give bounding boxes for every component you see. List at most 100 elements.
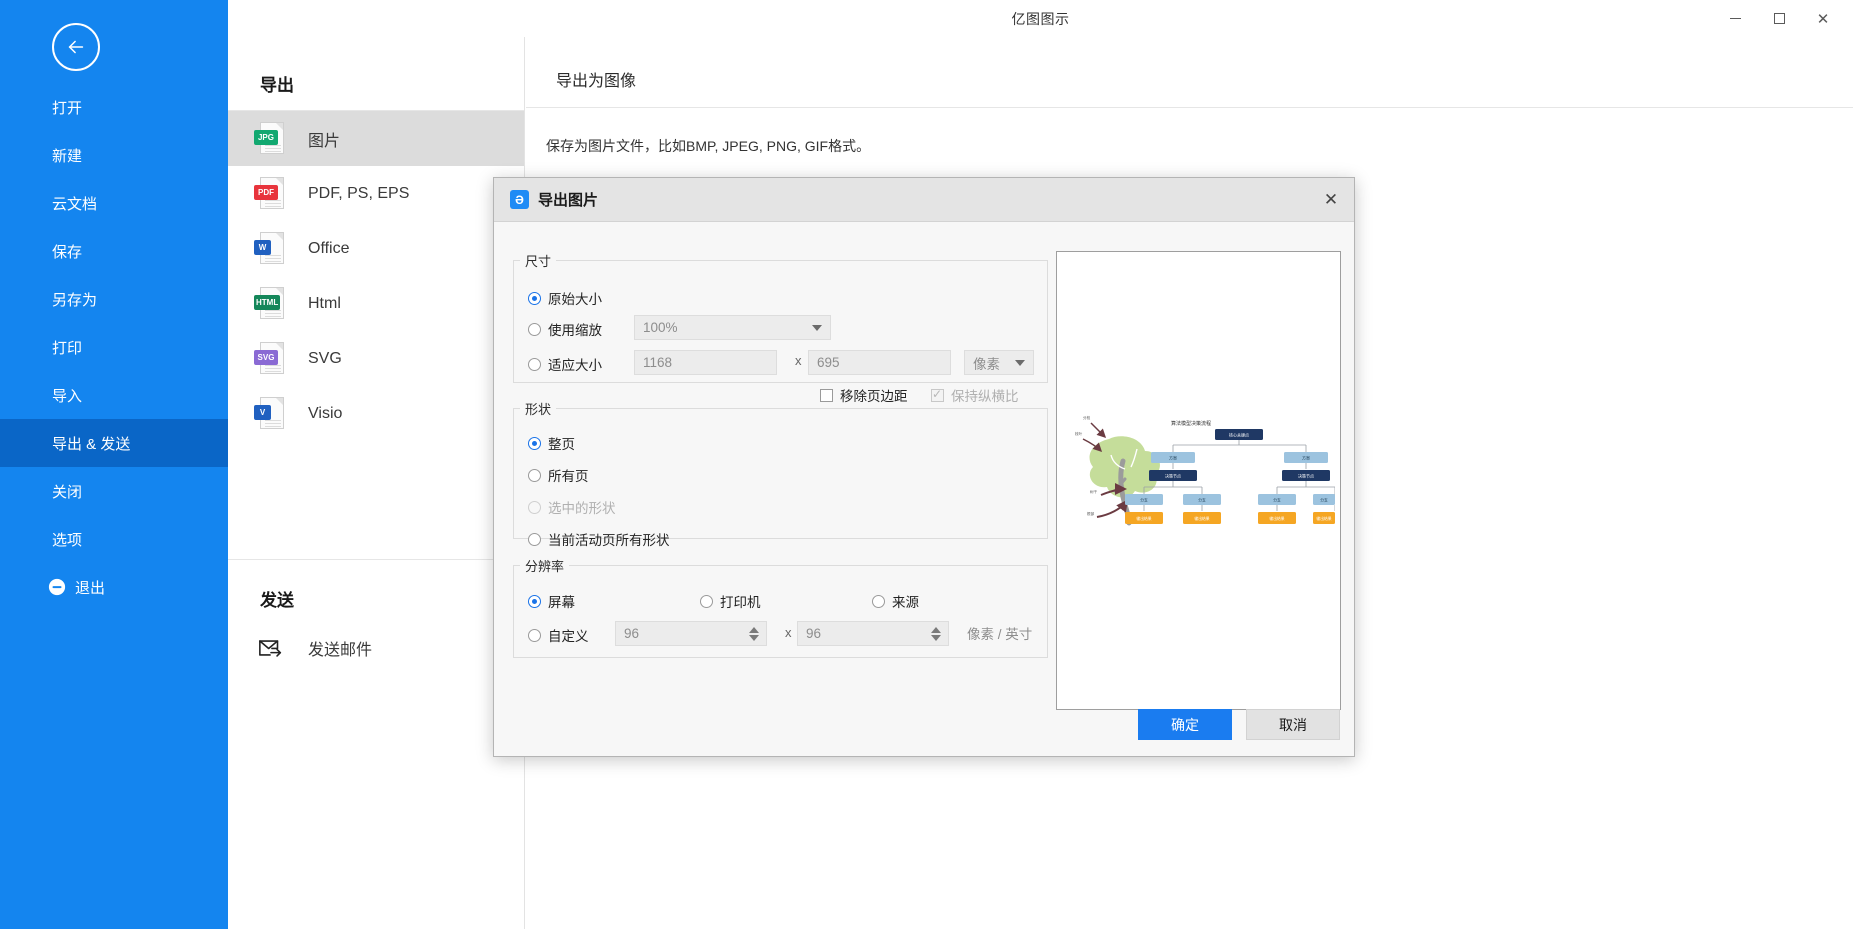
sidebar-item-label: 导入 xyxy=(52,387,83,405)
ok-button[interactable]: 确定 xyxy=(1138,709,1232,740)
dialog-body: 尺寸 原始大小 使用缩放 100% 适应大小 1168 x 695 像素 移除页… xyxy=(494,222,1354,758)
svg-file-icon: SVG xyxy=(254,341,284,376)
minimize-icon xyxy=(1729,18,1741,19)
dpi-x-stepper[interactable]: 96 xyxy=(615,621,767,646)
radio-selected-shapes-label: 选中的形状 xyxy=(548,501,616,516)
minimize-button[interactable] xyxy=(1713,4,1757,34)
radio-resolution-custom-label: 自定义 xyxy=(548,629,589,644)
html-file-icon: HTML xyxy=(254,286,284,321)
cancel-button[interactable]: 取消 xyxy=(1246,709,1340,740)
svg-text:根部: 根部 xyxy=(1087,511,1095,516)
sidebar-item-label: 打印 xyxy=(52,339,83,357)
sidebar-item-exit[interactable]: 退出 xyxy=(0,563,228,611)
radio-fit-size-label: 适应大小 xyxy=(548,358,602,373)
size-group: 尺寸 原始大小 使用缩放 100% 适应大小 1168 x 695 像素 移除页… xyxy=(513,251,1048,404)
size-separator: x xyxy=(795,353,802,368)
size-unit-select[interactable]: 像素 xyxy=(964,350,1034,375)
export-item-pdf[interactable]: PDF PDF, PS, EPS xyxy=(228,166,524,221)
export-preview: 分枝 枝叶 树干 根部 算法模型决策流程 核心关键点 方案 方案 决策节点 决策… xyxy=(1056,251,1341,710)
sidebar-item-new[interactable]: 新建 xyxy=(0,131,228,179)
radio-whole-page[interactable] xyxy=(528,436,541,450)
radio-original-size[interactable] xyxy=(528,291,541,305)
radio-current-page-shapes-label: 当前活动页所有形状 xyxy=(548,533,670,548)
export-item-svg[interactable]: SVG SVG xyxy=(228,331,524,386)
sidebar-item-label: 关闭 xyxy=(52,483,83,501)
fit-height-input[interactable]: 695 xyxy=(808,350,951,375)
dpi-y-stepper[interactable]: 96 xyxy=(797,621,949,646)
radio-resolution-screen-label: 屏幕 xyxy=(548,595,575,610)
radio-all-pages-label: 所有页 xyxy=(548,469,589,484)
svg-text:分支: 分支 xyxy=(1198,498,1206,503)
chevron-down-icon[interactable] xyxy=(931,634,941,641)
export-item-office[interactable]: W Office xyxy=(228,221,524,276)
svg-text:分支: 分支 xyxy=(1273,498,1281,503)
radio-resolution-screen[interactable] xyxy=(528,594,541,608)
back-arrow-icon[interactable] xyxy=(52,23,100,71)
stepper-arrows[interactable] xyxy=(746,626,766,641)
dialog-action-buttons: 确定 取消 xyxy=(1138,709,1340,740)
radio-resolution-source[interactable] xyxy=(872,594,885,608)
export-item-label: 图片 xyxy=(308,132,341,150)
sidebar-menu: 打开 新建 云文档 保存 另存为 打印 导入 导出 & 发送 关闭 选项 退出 xyxy=(0,83,228,611)
sidebar-item-close[interactable]: 关闭 xyxy=(0,467,228,515)
sidebar-item-export-and-send[interactable]: 导出 & 发送 xyxy=(0,419,228,467)
radio-current-page-shapes[interactable] xyxy=(528,532,541,546)
svg-text:方案: 方案 xyxy=(1169,455,1177,461)
radio-resolution-source-label: 来源 xyxy=(892,595,919,610)
export-item-label: Office xyxy=(308,239,350,257)
radio-whole-page-label: 整页 xyxy=(548,437,575,452)
export-item-html[interactable]: HTML Html xyxy=(228,276,524,331)
chevron-up-icon[interactable] xyxy=(931,626,941,633)
window-controls: ✕ xyxy=(1713,0,1845,37)
svg-text:枝叶: 枝叶 xyxy=(1075,431,1083,436)
size-group-legend: 尺寸 xyxy=(525,254,552,269)
send-panel-heading: 发送 xyxy=(260,591,294,610)
window-title: 亿图图示 xyxy=(1011,10,1070,27)
radio-original-size-label: 原始大小 xyxy=(548,292,602,307)
export-item-image[interactable]: JPG 图片 xyxy=(228,111,524,166)
app-logo-icon: Ə xyxy=(510,190,529,209)
export-item-visio[interactable]: V Visio xyxy=(228,386,524,441)
preview-thumbnail: 分枝 枝叶 树干 根部 算法模型决策流程 核心关键点 方案 方案 决策节点 决策… xyxy=(1063,405,1336,540)
dialog-close-button[interactable]: ✕ xyxy=(1314,184,1348,216)
shape-group-legend: 形状 xyxy=(525,402,552,417)
sidebar-item-label: 新建 xyxy=(52,147,83,165)
sidebar-item-cloud-doc[interactable]: 云文档 xyxy=(0,179,228,227)
close-window-button[interactable]: ✕ xyxy=(1801,4,1845,34)
sidebar-item-print[interactable]: 打印 xyxy=(0,323,228,371)
sidebar-item-label: 打开 xyxy=(52,99,83,117)
chevron-up-icon[interactable] xyxy=(749,626,759,633)
maximize-button[interactable] xyxy=(1757,4,1801,34)
sidebar-item-import[interactable]: 导入 xyxy=(0,371,228,419)
svg-text:方案: 方案 xyxy=(1302,455,1310,461)
svg-text:算法模型决策流程: 算法模型决策流程 xyxy=(1171,420,1211,427)
export-item-label: PDF, PS, EPS xyxy=(308,184,410,202)
radio-resolution-printer-label: 打印机 xyxy=(720,595,761,610)
radio-all-pages[interactable] xyxy=(528,468,541,482)
sidebar-item-open[interactable]: 打开 xyxy=(0,83,228,131)
radio-use-scale[interactable] xyxy=(528,322,541,336)
sidebar-item-options[interactable]: 选项 xyxy=(0,515,228,563)
application-window: 打开 新建 云文档 保存 另存为 打印 导入 导出 & 发送 关闭 选项 退出 xyxy=(0,0,1853,929)
svg-text:输出结果: 输出结果 xyxy=(1316,516,1331,521)
export-item-label: Html xyxy=(308,294,341,312)
send-item-email[interactable]: 发送邮件 xyxy=(228,621,524,675)
export-item-label: Visio xyxy=(308,404,343,422)
radio-selected-shapes xyxy=(528,500,541,514)
sidebar-item-save-as[interactable]: 另存为 xyxy=(0,275,228,323)
sidebar-item-label: 保存 xyxy=(52,243,83,261)
svg-text:决策节点: 决策节点 xyxy=(1165,473,1181,479)
radio-resolution-custom[interactable] xyxy=(528,628,541,642)
scale-select[interactable]: 100% xyxy=(634,315,831,340)
stepper-arrows[interactable] xyxy=(928,626,948,641)
chevron-down-icon[interactable] xyxy=(749,634,759,641)
fit-width-input[interactable]: 1168 xyxy=(634,350,777,375)
radio-fit-size[interactable] xyxy=(528,357,541,371)
radio-resolution-printer[interactable] xyxy=(700,594,713,608)
export-item-label: SVG xyxy=(308,349,342,367)
export-panel-heading: 导出 xyxy=(260,76,294,95)
svg-text:分支: 分支 xyxy=(1140,498,1148,503)
sidebar-item-label: 另存为 xyxy=(52,291,98,309)
sidebar-item-label: 导出 & 发送 xyxy=(52,435,131,453)
sidebar-item-save[interactable]: 保存 xyxy=(0,227,228,275)
